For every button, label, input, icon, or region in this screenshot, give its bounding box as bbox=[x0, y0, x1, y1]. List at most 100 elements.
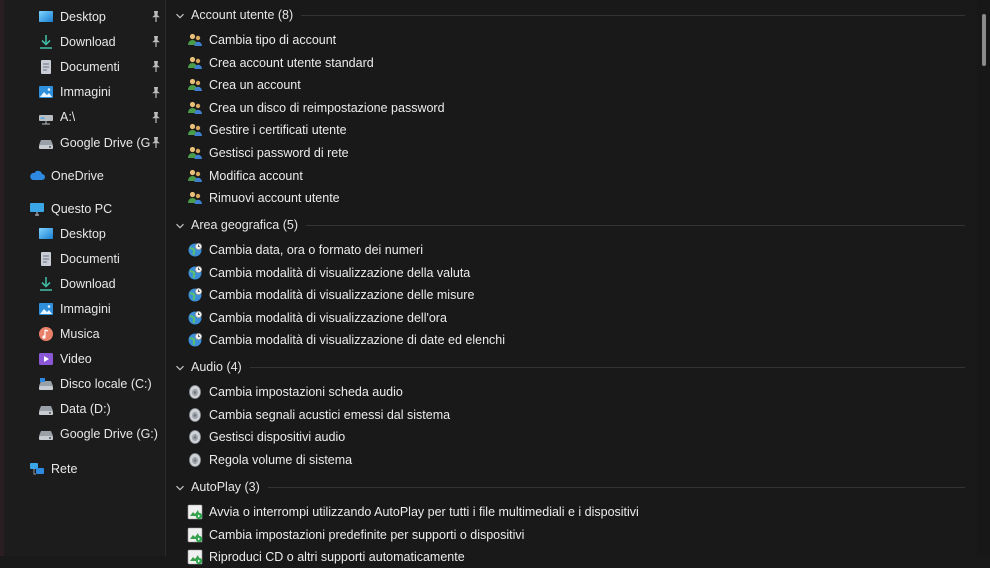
speaker-icon bbox=[187, 429, 203, 445]
sidebar-item-label: Documenti bbox=[60, 59, 120, 74]
list-item[interactable]: Gestisci dispositivi audio bbox=[187, 426, 345, 448]
list-item-label: Avvia o interrompi utilizzando AutoPlay … bbox=[209, 505, 639, 519]
sidebar-item-qa-documenti[interactable]: Documenti bbox=[0, 54, 165, 79]
computer-icon bbox=[29, 201, 45, 217]
group-header-area-geografica[interactable]: Area geografica (5) bbox=[175, 214, 298, 236]
group-header-audio[interactable]: Audio (4) bbox=[175, 356, 242, 378]
drive-icon bbox=[38, 135, 54, 151]
pin-icon[interactable] bbox=[150, 111, 162, 124]
sidebar-item-pc-data-d[interactable]: Data (D:) bbox=[0, 397, 165, 422]
list-item-label: Cambia data, ora o formato dei numeri bbox=[209, 243, 423, 257]
download-icon bbox=[38, 276, 54, 292]
list-item[interactable]: Crea account utente standard bbox=[187, 52, 374, 74]
list-item[interactable]: Rimuovi account utente bbox=[187, 187, 340, 209]
list-item[interactable]: Cambia tipo di account bbox=[187, 29, 336, 51]
list-item[interactable]: Crea un disco di reimpostazione password bbox=[187, 97, 445, 119]
vertical-scrollbar[interactable] bbox=[977, 0, 990, 556]
list-item[interactable]: Gestisci password di rete bbox=[187, 142, 349, 164]
scrollbar-thumb[interactable] bbox=[982, 14, 986, 66]
list-item[interactable]: Cambia impostazioni predefinite per supp… bbox=[187, 524, 524, 546]
sidebar-item-pc-download[interactable]: Download bbox=[0, 271, 165, 296]
navigation-pane: Desktop Download Documenti Immagini A:\ Googl… bbox=[0, 0, 166, 556]
sidebar-item-pc-desktop[interactable]: Desktop bbox=[0, 221, 165, 246]
list-item[interactable]: Cambia modalità di visualizzazione dell'… bbox=[187, 307, 447, 329]
sidebar-item-pc-disco-locale-c[interactable]: Disco locale (C:) bbox=[0, 372, 165, 397]
sidebar-item-qa-desktop[interactable]: Desktop bbox=[0, 4, 165, 29]
list-item[interactable]: Gestire i certificati utente bbox=[187, 119, 347, 141]
list-item-label: Regola volume di sistema bbox=[209, 452, 353, 467]
pin-icon[interactable] bbox=[150, 136, 162, 149]
group-title: AutoPlay (3) bbox=[191, 480, 260, 494]
documents-icon bbox=[38, 59, 54, 75]
documents-icon bbox=[38, 251, 54, 267]
list-item[interactable]: Avvia o interrompi utilizzando AutoPlay … bbox=[187, 501, 639, 523]
list-item[interactable]: Regola volume di sistema bbox=[187, 449, 352, 471]
pin-icon[interactable] bbox=[150, 60, 162, 73]
drive-icon bbox=[38, 426, 54, 442]
list-item-label: Cambia modalità di visualizzazione della… bbox=[209, 265, 471, 280]
pin-icon[interactable] bbox=[150, 10, 162, 23]
list-item[interactable]: Cambia data, ora o formato dei numeri bbox=[187, 239, 423, 261]
users-icon bbox=[187, 32, 203, 48]
list-item[interactable]: Cambia impostazioni scheda audio bbox=[187, 381, 403, 403]
sidebar-item-qa-immagini[interactable]: Immagini bbox=[0, 80, 165, 105]
list-item[interactable]: Riproduci CD o altri supporti automatica… bbox=[187, 546, 465, 568]
sidebar-item-qa-google-drive-g[interactable]: Google Drive (G bbox=[0, 130, 165, 155]
chevron-down-icon[interactable] bbox=[175, 362, 185, 372]
sidebar-item-onedrive[interactable]: OneDrive bbox=[0, 163, 165, 188]
sidebar-item-label: Download bbox=[60, 34, 116, 49]
pin-icon[interactable] bbox=[150, 35, 162, 48]
chevron-down-icon[interactable] bbox=[175, 10, 185, 20]
pin-icon[interactable] bbox=[150, 86, 162, 99]
sidebar-item-label: Disco locale (C:) bbox=[60, 377, 152, 392]
sidebar-item-label: Google Drive (G:) bbox=[60, 427, 158, 442]
list-item[interactable]: Modifica account bbox=[187, 165, 303, 187]
list-item-label: Riproduci CD o altri supporti automatica… bbox=[209, 550, 465, 565]
chevron-down-icon[interactable] bbox=[175, 220, 185, 230]
list-item-label: Gestire i certificati utente bbox=[209, 123, 347, 138]
sidebar-item-label: Questo PC bbox=[51, 201, 113, 216]
group-divider bbox=[306, 225, 965, 226]
autoplay-icon bbox=[187, 527, 203, 543]
list-item[interactable]: Crea un account bbox=[187, 74, 301, 96]
globe-clock-icon bbox=[187, 310, 203, 326]
sidebar-item-qa-download[interactable]: Download bbox=[0, 29, 165, 54]
list-item-label: Cambia modalità di visualizzazione di da… bbox=[209, 333, 506, 348]
sidebar-item-label: Desktop bbox=[60, 9, 106, 24]
sidebar-item-rete[interactable]: Rete bbox=[0, 456, 165, 481]
sidebar-item-qa-a[interactable]: A:\ bbox=[0, 105, 165, 130]
list-item[interactable]: Cambia modalità di visualizzazione delle… bbox=[187, 284, 474, 306]
list-item[interactable]: Cambia modalità di visualizzazione di da… bbox=[187, 329, 505, 351]
globe-clock-icon bbox=[187, 265, 203, 281]
globe-clock-icon bbox=[187, 287, 203, 303]
globe-clock-icon bbox=[187, 242, 203, 258]
video-icon bbox=[38, 351, 54, 367]
network-icon bbox=[29, 461, 45, 477]
sidebar-item-pc-google-drive-g[interactable]: Google Drive (G:) bbox=[0, 422, 165, 447]
pictures-icon bbox=[38, 301, 54, 317]
list-item-label: Crea un account bbox=[209, 78, 301, 93]
autoplay-icon bbox=[187, 549, 203, 565]
results-list: Account utente (8) Cambia tipo di account… bbox=[167, 0, 977, 565]
users-icon bbox=[187, 190, 203, 206]
users-icon bbox=[187, 55, 203, 71]
list-item-label: Cambia impostazioni scheda audio bbox=[209, 385, 403, 399]
group-title: Audio (4) bbox=[191, 360, 242, 374]
list-item-label: Cambia impostazioni predefinite per supp… bbox=[209, 527, 525, 542]
sidebar-item-label: Desktop bbox=[60, 226, 106, 241]
sidebar-item-pc-musica[interactable]: Musica bbox=[0, 321, 165, 346]
group-header-autoplay[interactable]: AutoPlay (3) bbox=[175, 476, 260, 498]
group-header-account-utente[interactable]: Account utente (8) bbox=[175, 4, 293, 26]
cloud-icon bbox=[29, 168, 45, 184]
sidebar-item-questo-pc[interactable]: Questo PC bbox=[0, 196, 165, 221]
chevron-down-icon[interactable] bbox=[175, 482, 185, 492]
list-item-label: Gestisci dispositivi audio bbox=[209, 430, 346, 445]
users-icon bbox=[187, 122, 203, 138]
list-item[interactable]: Cambia segnali acustici emessi dal siste… bbox=[187, 404, 450, 426]
network-drive-icon bbox=[38, 109, 54, 125]
list-item-label: Cambia segnali acustici emessi dal siste… bbox=[209, 407, 451, 422]
sidebar-item-pc-documenti[interactable]: Documenti bbox=[0, 246, 165, 271]
sidebar-item-pc-video[interactable]: Video bbox=[0, 347, 165, 372]
list-item[interactable]: Cambia modalità di visualizzazione della… bbox=[187, 262, 470, 284]
sidebar-item-pc-immagini[interactable]: Immagini bbox=[0, 296, 165, 321]
